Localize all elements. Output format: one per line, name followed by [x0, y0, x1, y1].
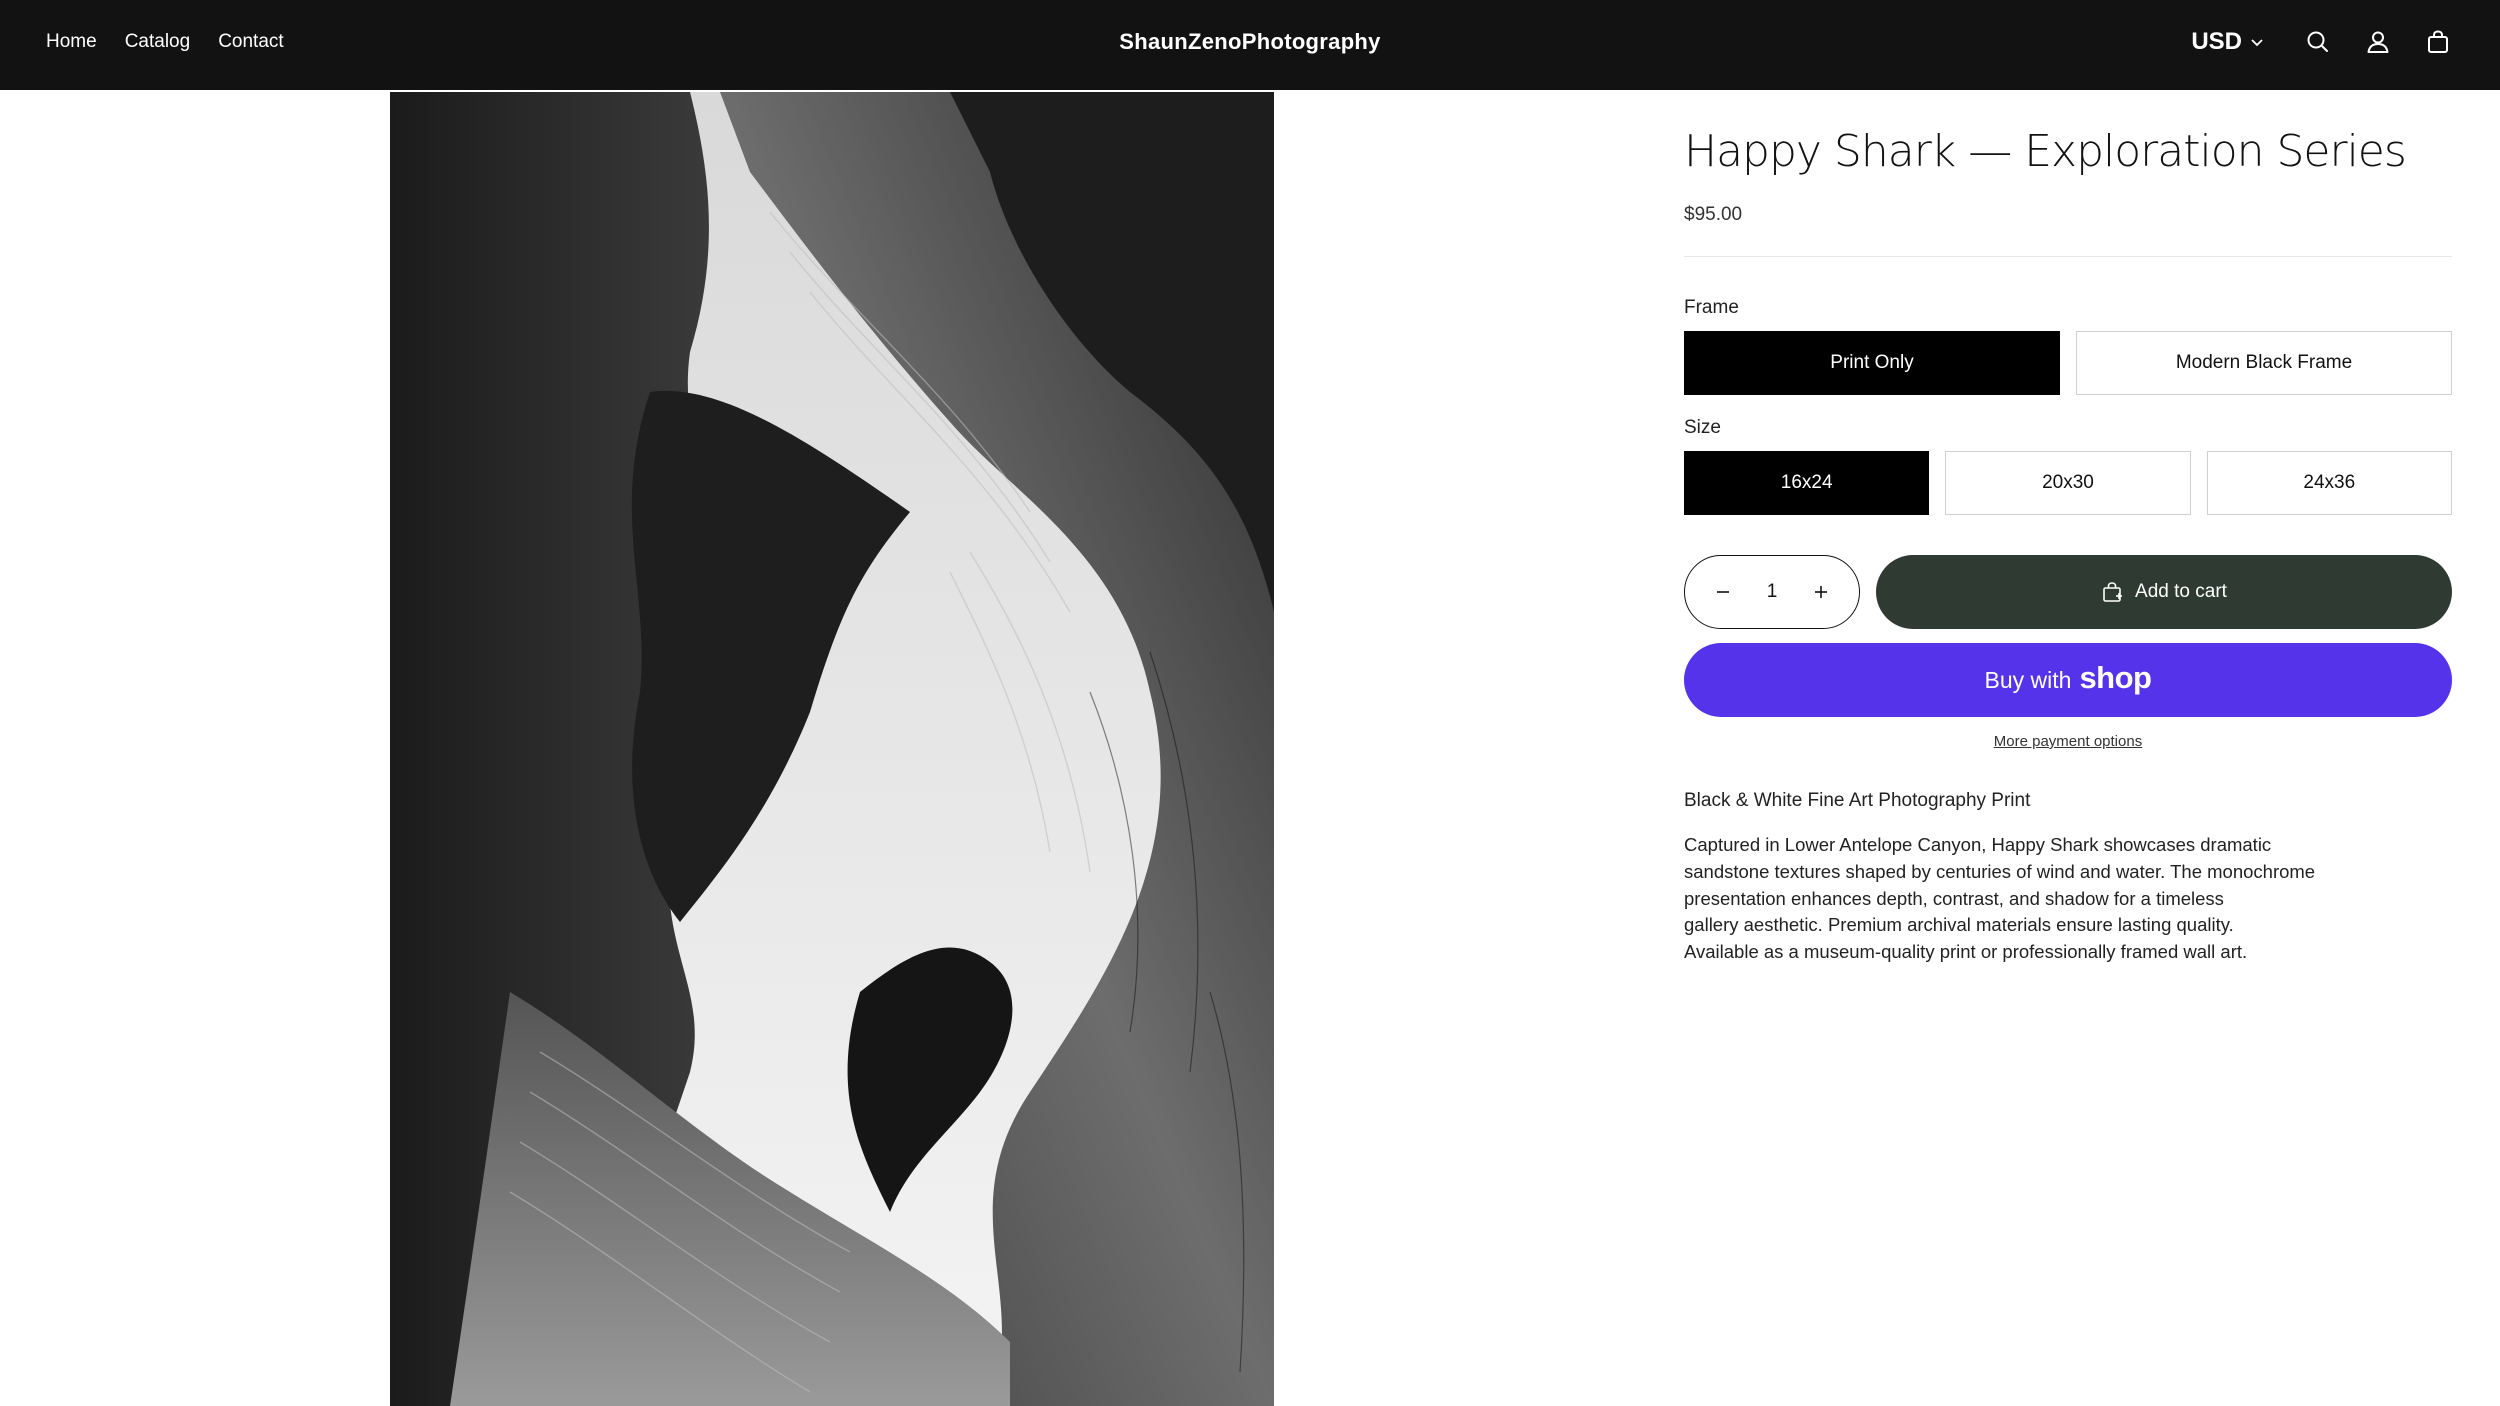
shop-logo: shop: [2079, 660, 2152, 695]
plus-icon: [1815, 586, 1827, 598]
quantity-stepper: 1: [1684, 555, 1860, 629]
description-line: sandstone textures shaped by centuries o…: [1684, 860, 2316, 882]
brand-wrapper: ShaunZenoPhotography: [0, 26, 2500, 58]
more-payment-options-link[interactable]: More payment options: [1684, 733, 2452, 750]
description-line: Captured in Lower Antelope Canyon, Happy…: [1684, 834, 2272, 855]
add-to-cart-label: Add to cart: [2135, 581, 2227, 602]
description-line: gallery aesthetic. Premium archival mate…: [1684, 914, 2234, 936]
frame-option-modern-black-frame[interactable]: Modern Black Frame: [2076, 331, 2452, 395]
nav-link-contact[interactable]: Contact: [218, 28, 283, 56]
description-title: Black & White Fine Art Photography Print: [1684, 790, 2031, 811]
chevron-down-icon: [2251, 39, 2263, 47]
header-actions: USD: [2191, 20, 2458, 64]
minus-icon: [1717, 591, 1729, 593]
canyon-photo: [390, 92, 1274, 1406]
product-description: Captured in Lower Antelope Canyon, Happy…: [1684, 832, 2384, 966]
description-line: Available as a museum-quality print or p…: [1684, 941, 2248, 963]
size-option-24x36[interactable]: 24x36: [2206, 451, 2452, 515]
buy-with-label: Buy with: [1984, 666, 2072, 693]
cart-row: 1 Add to cart: [1684, 555, 2452, 629]
search-button[interactable]: [2298, 22, 2338, 62]
product-image[interactable]: [390, 92, 1274, 1406]
bag-plus-icon: [2103, 582, 2123, 602]
site-logo[interactable]: ShaunZenoPhotography: [1119, 29, 1380, 54]
currency-selector[interactable]: USD: [2191, 28, 2264, 56]
currency-label: USD: [2191, 28, 2242, 55]
cart-icon: [2428, 30, 2448, 53]
nav-link-catalog[interactable]: Catalog: [125, 28, 191, 56]
main-nav: Home Catalog Contact: [46, 28, 284, 56]
site-header: Home Catalog Contact ShaunZenoPhotograph…: [0, 0, 2500, 90]
account-icon: [2367, 31, 2389, 53]
size-label: Size: [1684, 417, 1721, 438]
add-to-cart-button[interactable]: Add to cart: [1876, 555, 2452, 629]
product-info: Happy Shark — Exploration Series $95.00 …: [1684, 120, 2452, 966]
size-option-20x30[interactable]: 20x30: [1945, 451, 2191, 515]
quantity-input[interactable]: 1: [1742, 581, 1802, 603]
quantity-decrease-button[interactable]: [1707, 576, 1739, 608]
search-icon: [2307, 31, 2328, 52]
divider: [1684, 256, 2452, 257]
description-line: presentation enhances depth, contrast, a…: [1684, 887, 2224, 909]
product-price: $95.00: [1684, 204, 1743, 225]
quantity-increase-button[interactable]: [1805, 576, 1837, 608]
size-options: 16x24 20x30 24x36: [1684, 451, 2452, 515]
frame-label: Frame: [1684, 297, 1739, 318]
buy-with-shop-button[interactable]: Buy with shop: [1684, 643, 2452, 717]
frame-option-print-only[interactable]: Print Only: [1684, 331, 2060, 395]
size-option-16x24[interactable]: 16x24: [1684, 451, 1930, 515]
product-title: Happy Shark — Exploration Series: [1684, 126, 2407, 177]
nav-link-home[interactable]: Home: [46, 28, 97, 56]
cart-button[interactable]: [2418, 22, 2458, 62]
frame-options: Print Only Modern Black Frame: [1684, 331, 2452, 395]
account-button[interactable]: [2358, 22, 2398, 62]
